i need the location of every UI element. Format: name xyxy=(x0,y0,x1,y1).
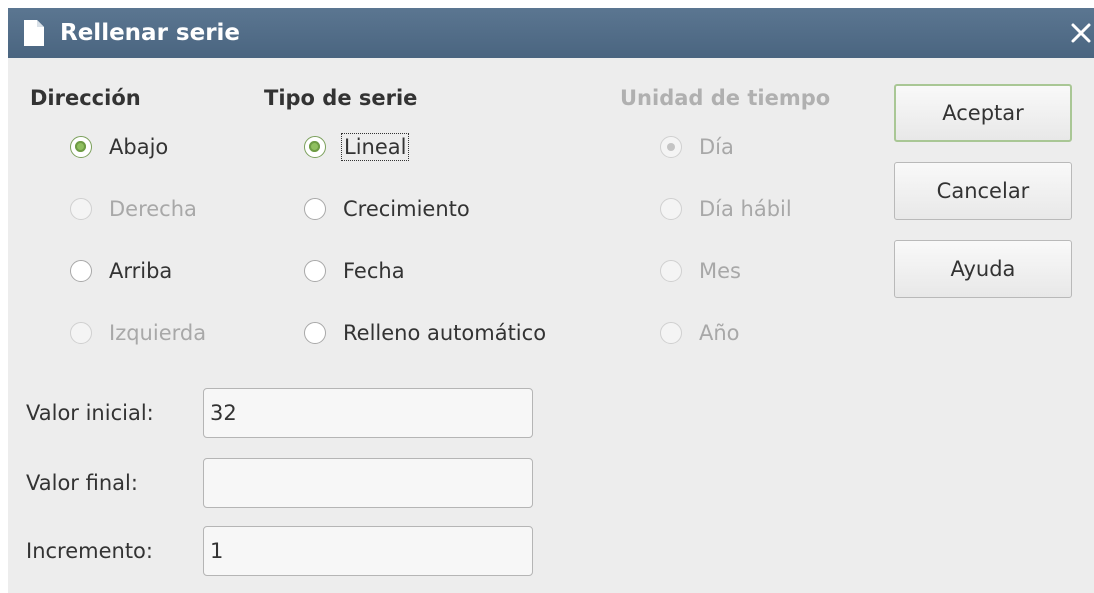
radio-label: Lineal xyxy=(340,133,410,161)
radio-label: Día hábil xyxy=(699,197,792,221)
increment-field[interactable] xyxy=(203,526,533,576)
radio-type-date[interactable]: Fecha xyxy=(304,254,405,288)
dialog-title: Rellenar serie xyxy=(60,20,241,46)
radio-unit-month: Mes xyxy=(660,254,741,288)
radio-label: Mes xyxy=(699,259,741,283)
radio-direction-right: Derecha xyxy=(70,192,197,226)
radio-unit-year: Año xyxy=(660,316,740,350)
time-unit-heading: Unidad de tiempo xyxy=(620,86,831,110)
radio-label: Día xyxy=(699,135,734,159)
radio-label: Abajo xyxy=(109,135,169,159)
help-button[interactable]: Ayuda xyxy=(894,240,1072,298)
radio-button[interactable] xyxy=(304,136,326,158)
radio-direction-up[interactable]: Arriba xyxy=(70,254,172,288)
radio-button[interactable] xyxy=(304,260,326,282)
radio-label: Derecha xyxy=(109,197,197,221)
close-icon[interactable] xyxy=(1068,8,1094,58)
ok-button[interactable]: Aceptar xyxy=(894,84,1072,142)
radio-type-autofill[interactable]: Relleno automático xyxy=(304,316,546,350)
radio-button[interactable] xyxy=(70,260,92,282)
radio-button xyxy=(70,322,92,344)
radio-unit-weekday: Día hábil xyxy=(660,192,792,226)
radio-label: Arriba xyxy=(109,259,173,283)
end-value-field[interactable] xyxy=(203,458,533,508)
radio-type-linear[interactable]: Lineal xyxy=(304,130,410,164)
radio-button xyxy=(70,198,92,220)
radio-direction-left: Izquierda xyxy=(70,316,206,350)
radio-unit-day: Día xyxy=(660,130,734,164)
radio-label: Relleno automático xyxy=(343,321,547,345)
radio-button xyxy=(660,136,682,158)
radio-button xyxy=(660,260,682,282)
start-value-label: Valor inicial: xyxy=(26,401,154,425)
radio-button xyxy=(660,322,682,344)
radio-type-growth[interactable]: Crecimiento xyxy=(304,192,470,226)
start-value-field[interactable] xyxy=(203,388,533,438)
radio-button[interactable] xyxy=(70,136,92,158)
fill-series-dialog: Rellenar serie Dirección Abajo Derecha A… xyxy=(8,8,1094,593)
cancel-button[interactable]: Cancelar xyxy=(894,162,1072,220)
radio-button[interactable] xyxy=(304,198,326,220)
direction-heading: Dirección xyxy=(30,86,141,110)
radio-label: Izquierda xyxy=(109,321,207,345)
title-bar[interactable]: Rellenar serie xyxy=(8,8,1094,58)
radio-button xyxy=(660,198,682,220)
series-type-heading: Tipo de serie xyxy=(264,86,418,110)
document-icon xyxy=(24,20,44,46)
radio-label: Crecimiento xyxy=(343,197,470,221)
end-value-label: Valor final: xyxy=(26,471,138,495)
radio-label: Año xyxy=(699,321,740,345)
radio-label: Fecha xyxy=(343,259,405,283)
radio-button[interactable] xyxy=(304,322,326,344)
radio-direction-down[interactable]: Abajo xyxy=(70,130,168,164)
increment-label: Incremento: xyxy=(26,539,153,563)
